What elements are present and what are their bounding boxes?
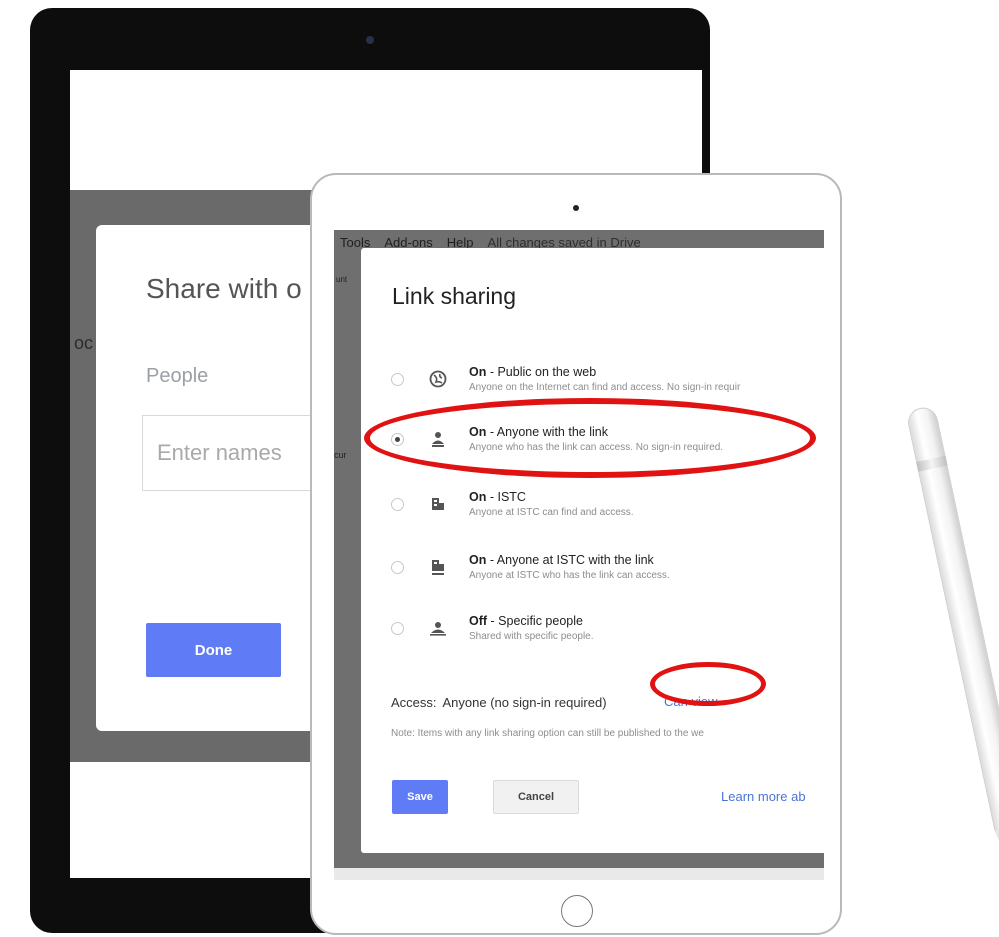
option-title: On - Public on the web	[469, 365, 597, 379]
cancel-button[interactable]: Cancel	[493, 780, 579, 814]
pencil-tip	[994, 824, 999, 900]
annotation-oval-can-view	[650, 662, 766, 706]
done-button[interactable]: Done	[146, 623, 281, 677]
front-ipad: Tools Add-ons Help All changes saved in …	[310, 173, 842, 935]
dialog-title: Link sharing	[392, 283, 517, 309]
radio-button[interactable]	[391, 561, 404, 574]
bottom-strip	[334, 868, 824, 880]
home-button	[561, 895, 593, 927]
radio-button[interactable]	[391, 373, 404, 386]
option-description: Anyone at ISTC can find and access.	[469, 507, 634, 518]
option-title: On - ISTC	[469, 490, 526, 504]
radio-button[interactable]	[391, 498, 404, 511]
dialog-title: Share with o	[146, 273, 302, 304]
people-label: People	[146, 365, 209, 387]
note-text: Note: Items with any link sharing option…	[391, 728, 704, 739]
camera-icon	[573, 205, 579, 211]
option-description: Anyone at ISTC who has the link can acce…	[469, 570, 670, 581]
background-text: cur	[334, 450, 347, 460]
building-link-icon	[428, 557, 448, 577]
pencil-image	[905, 404, 999, 900]
globe-icon	[428, 369, 448, 389]
access-label: Access:	[391, 695, 437, 710]
option-title: Off - Specific people	[469, 614, 583, 628]
access-row: Access: Anyone (no sign-in required)	[391, 695, 607, 710]
option-istc[interactable]: On - ISTC Anyone at ISTC can find and ac…	[391, 488, 824, 534]
link-sharing-dialog: Link sharing On - Public on the web Anyo…	[361, 248, 824, 853]
menu-bar: Tools Add-ons Help All changes saved in …	[334, 230, 824, 250]
background-text: oc	[74, 333, 94, 353]
option-title: On - Anyone at ISTC with the link	[469, 553, 654, 567]
radio-button[interactable]	[391, 622, 404, 635]
option-description: Anyone on the Internet can find and acce…	[469, 382, 741, 393]
building-icon	[428, 494, 448, 514]
option-istc-with-link[interactable]: On - Anyone at ISTC with the link Anyone…	[391, 551, 824, 597]
person-off-icon	[428, 618, 448, 638]
people-input-placeholder: Enter names	[157, 440, 282, 465]
camera-icon	[366, 36, 374, 44]
access-value: Anyone (no sign-in required)	[442, 695, 607, 710]
learn-more-link[interactable]: Learn more ab	[721, 789, 806, 804]
option-description: Shared with specific people.	[469, 631, 594, 642]
option-specific-people[interactable]: Off - Specific people Shared with specif…	[391, 612, 824, 658]
background-text: unt	[336, 275, 348, 284]
annotation-oval-link-option	[364, 398, 816, 478]
save-button[interactable]: Save	[392, 780, 448, 814]
front-ipad-screen: Tools Add-ons Help All changes saved in …	[334, 230, 824, 880]
